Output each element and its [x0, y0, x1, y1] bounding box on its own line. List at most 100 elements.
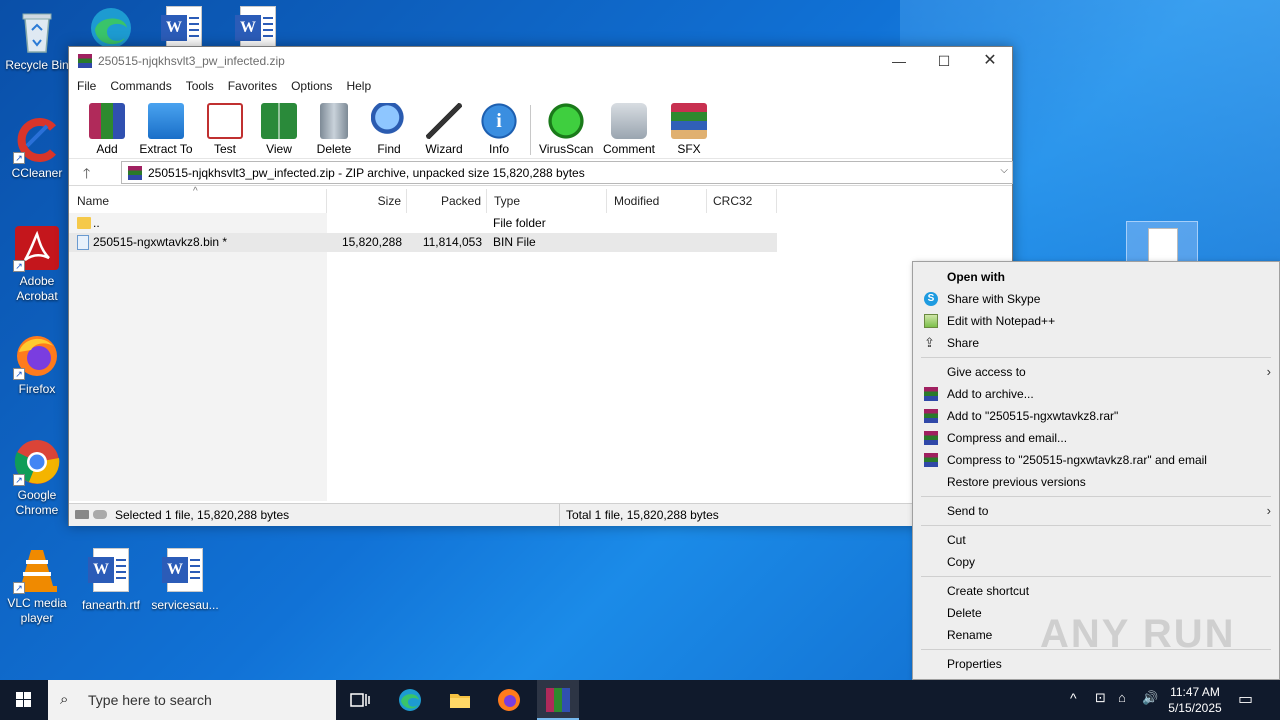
word-document-icon: W [161, 6, 202, 50]
clock-date: 5/15/2025 [1168, 701, 1222, 715]
network-icon[interactable]: ⊡ [1095, 690, 1106, 706]
menu-item-compress-email[interactable]: Compress and email... [913, 427, 1279, 449]
title-bar[interactable]: 250515-njqkhsvlt3_pw_infected.zip — ☐ ✕ [69, 47, 1012, 75]
column-header-type[interactable]: Type [487, 189, 607, 213]
view-button[interactable]: View [257, 103, 301, 156]
drive-icon [75, 510, 89, 519]
menu-item-send-to[interactable]: Send to › [913, 500, 1279, 522]
menu-options[interactable]: Options [291, 79, 332, 93]
menu-commands[interactable]: Commands [110, 79, 171, 93]
address-field[interactable]: 250515-njqkhsvlt3_pw_infected.zip - ZIP … [121, 161, 1013, 184]
winrar-icon [924, 387, 938, 401]
desktop-icon-servicesau[interactable]: W servicesau... [149, 548, 221, 613]
winrar-taskbar-button[interactable] [537, 680, 579, 720]
desktop-icon-ccleaner[interactable]: ↗ CCleaner [1, 116, 73, 181]
find-button[interactable]: Find [369, 103, 409, 156]
menu-item-share-skype[interactable]: S Share with Skype [913, 288, 1279, 310]
comment-button[interactable]: Comment [601, 103, 657, 156]
menu-item-create-shortcut[interactable]: Create shortcut [913, 580, 1279, 602]
close-button[interactable]: ✕ [967, 47, 1013, 75]
winrar-icon [924, 431, 938, 445]
menu-help[interactable]: Help [346, 79, 371, 93]
key-icon[interactable] [93, 510, 107, 519]
menu-tools[interactable]: Tools [186, 79, 214, 93]
menu-item-give-access[interactable]: Give access to › [913, 361, 1279, 383]
menu-item-share[interactable]: ⇪ Share [913, 332, 1279, 354]
ccleaner-icon: ↗ [13, 116, 61, 164]
notification-icon[interactable]: ▭ [1238, 689, 1253, 709]
desktop-icon-selected-file[interactable] [1126, 221, 1198, 265]
folder-icon [77, 217, 91, 229]
column-header-modified[interactable]: Modified [607, 189, 707, 213]
wizard-button[interactable]: Wizard [423, 103, 465, 156]
desktop-icon-fanearth[interactable]: W fanearth.rtf [75, 548, 147, 613]
menu-item-restore[interactable]: Restore previous versions [913, 471, 1279, 493]
menu-favorites[interactable]: Favorites [228, 79, 277, 93]
file-icon [1148, 228, 1178, 264]
status-bar: Selected 1 file, 15,820,288 bytes Total … [69, 503, 1012, 526]
menu-separator [921, 525, 1271, 526]
virusscan-icon [548, 103, 584, 139]
volume-icon[interactable]: 🔊 [1142, 690, 1158, 706]
menu-item-add-rar[interactable]: Add to "250515-ngxwtavkz8.rar" [913, 405, 1279, 427]
column-header-label: Modified [614, 194, 660, 208]
status-selected: Selected 1 file, 15,820,288 bytes [115, 508, 290, 522]
desktop-icon-vlc[interactable]: ↗ VLC media player [1, 546, 73, 626]
clock[interactable]: 11:47 AM 5/15/2025 [1164, 684, 1226, 716]
firefox-taskbar-icon[interactable] [497, 688, 521, 712]
delete-button[interactable]: Delete [314, 103, 354, 156]
chevron-down-icon[interactable]: ⌵ [1000, 165, 1008, 176]
table-row[interactable]: .. File folder [69, 214, 777, 233]
find-icon [371, 103, 407, 139]
sfx-button[interactable]: SFX [669, 103, 709, 156]
add-button[interactable]: Add [87, 103, 127, 156]
acrobat-icon: ↗ [13, 224, 61, 272]
menu-separator [921, 496, 1271, 497]
info-button[interactable]: i Info [479, 103, 519, 156]
wizard-icon [426, 103, 462, 139]
winrar-window: 250515-njqkhsvlt3_pw_infected.zip — ☐ ✕ … [68, 46, 1013, 526]
column-header-crc32[interactable]: CRC32 [707, 189, 777, 213]
add-icon [89, 103, 125, 139]
up-arrow-icon[interactable]: 🡑 [83, 163, 90, 187]
column-header-label: Size [377, 194, 401, 208]
desktop-icon-label: Google Chrome [15, 488, 59, 517]
menu-item-edit-notepad[interactable]: Edit with Notepad++ [913, 310, 1279, 332]
task-view-icon[interactable] [348, 688, 372, 712]
taskbar-search-box[interactable]: ⌕ Type here to search [48, 680, 336, 720]
column-header-packed[interactable]: Packed [407, 189, 487, 213]
column-header-name[interactable]: Name ^ [69, 186, 327, 213]
menu-item-cut[interactable]: Cut [913, 529, 1279, 551]
minimize-button[interactable]: — [876, 47, 922, 75]
chevron-up-icon[interactable]: ^ [1070, 690, 1077, 706]
desktop-icon-firefox[interactable]: ↗ Firefox [1, 332, 73, 397]
edge-taskbar-icon[interactable] [398, 688, 422, 712]
column-header-label: Type [494, 194, 521, 208]
desktop-icon-word-doc-2[interactable]: W [222, 6, 294, 50]
desktop-icon-adobe-acrobat[interactable]: ↗ Adobe Acrobat [1, 224, 73, 304]
share-icon: ⇪ [924, 335, 935, 350]
extract-to-button[interactable]: Extract To [137, 103, 195, 156]
extract-icon [148, 103, 184, 139]
column-header-label: Packed [440, 194, 481, 208]
maximize-button[interactable]: ☐ [921, 47, 967, 75]
desktop-icon-word-doc-1[interactable]: W [148, 6, 220, 50]
desktop-icon-google-chrome[interactable]: ↗ Google Chrome [1, 438, 73, 518]
window-title: 250515-njqkhsvlt3_pw_infected.zip [98, 54, 285, 68]
menu-item-compress-rar-email[interactable]: Compress to "250515-ngxwtavkz8.rar" and … [913, 449, 1279, 471]
column-header-label: Name [77, 194, 110, 208]
test-button[interactable]: Test [205, 103, 245, 156]
winrar-icon [924, 409, 938, 423]
file-explorer-icon[interactable] [448, 688, 472, 712]
wifi-icon[interactable]: ⌂ [1118, 690, 1126, 705]
table-row[interactable]: 250515-ngxwtavkz8.bin * 15,820,288 11,81… [69, 233, 777, 252]
menu-item-add-archive[interactable]: Add to archive... [913, 383, 1279, 405]
start-button[interactable] [0, 680, 48, 720]
menu-item-open-with[interactable]: Open with [913, 266, 1279, 288]
column-header-size[interactable]: Size [327, 189, 407, 213]
menu-file[interactable]: File [77, 79, 96, 93]
menu-item-copy[interactable]: Copy [913, 551, 1279, 573]
virusscan-button[interactable]: VirusScan [539, 103, 593, 156]
toolbar-label: Add [96, 142, 118, 156]
desktop-icon-recycle-bin[interactable]: Recycle Bin [1, 8, 73, 73]
